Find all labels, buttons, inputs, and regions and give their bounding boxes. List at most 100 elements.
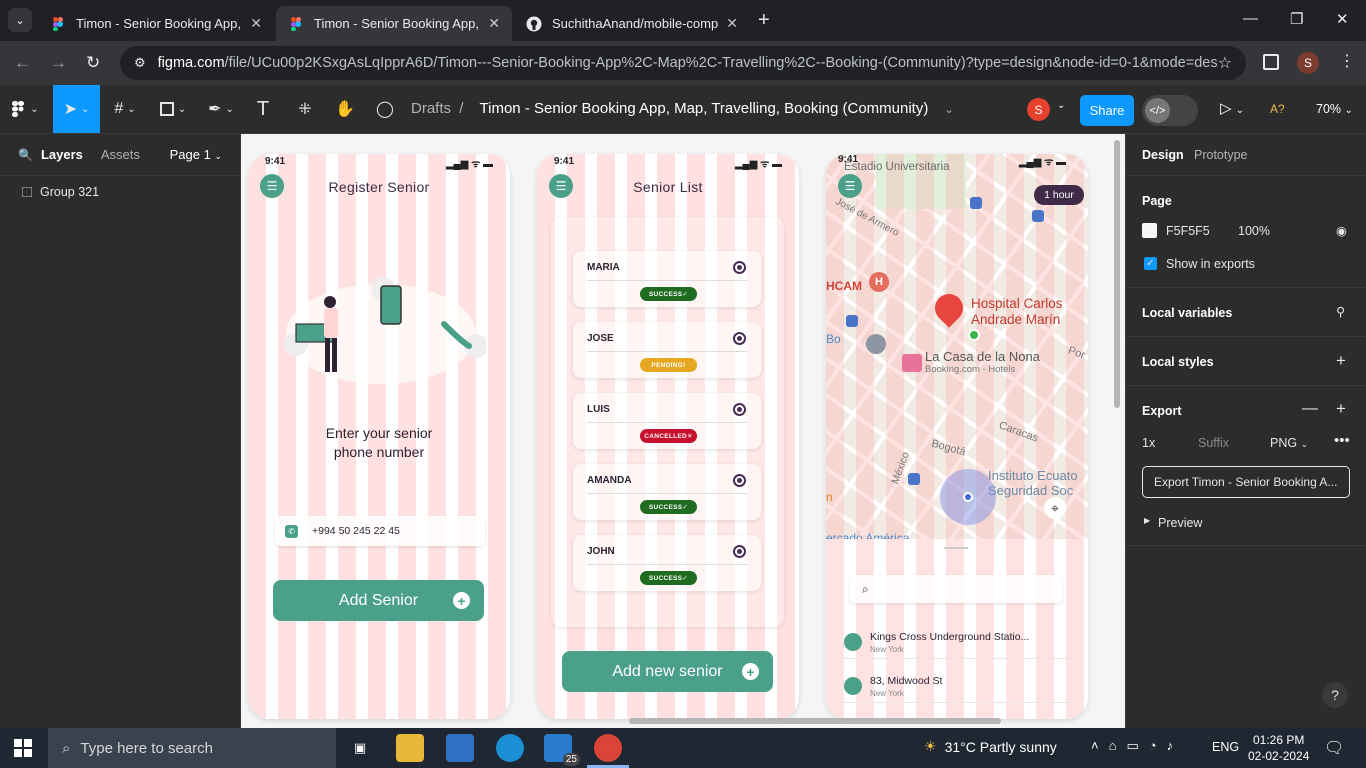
user-avatar[interactable]: S (1027, 98, 1050, 121)
main-menu-button[interactable]: ⌄ (0, 85, 50, 133)
forward-button[interactable]: → (50, 53, 67, 73)
back-button[interactable]: ← (14, 53, 31, 73)
hospital-pin-icon[interactable]: H (869, 272, 889, 292)
site-info-icon[interactable]: ⚙ (134, 55, 146, 71)
color-swatch[interactable] (1142, 223, 1157, 238)
add-style-icon[interactable]: + (1336, 351, 1346, 371)
tab-assets[interactable]: Assets (101, 147, 140, 162)
store-icon[interactable] (446, 734, 474, 762)
pen-tool[interactable]: ✒ ⌄ (200, 85, 242, 133)
senior-card[interactable]: JOHN SUCCESS ✓ (573, 535, 761, 591)
breadcrumb-drafts[interactable]: Drafts (411, 100, 451, 117)
weather-widget[interactable]: ☀ 31°C Partly sunny (924, 738, 1057, 755)
frame-tool[interactable]: # ⌄ (104, 85, 146, 133)
select-radio[interactable] (733, 474, 746, 487)
layer-item[interactable]: Group 321 (0, 176, 240, 208)
list-item[interactable]: 83, Midwood St New York (844, 673, 1072, 703)
select-radio[interactable] (733, 403, 746, 416)
clock[interactable]: 01:26 PM 02-02-2024 (1248, 732, 1309, 764)
window-close-button[interactable]: ✕ (1336, 10, 1349, 28)
tab-prototype[interactable]: Prototype (1194, 148, 1248, 162)
locate-me-icon[interactable]: ⌖ (1044, 497, 1066, 519)
text-tool[interactable]: T (248, 85, 278, 133)
page-selector[interactable]: Page 1 ⌄ (170, 147, 222, 162)
senior-list-frame[interactable]: 9:41 ▂▄▆ ᯤ ▬ ☰ Senior List MARIA SUCCESS ✓… (537, 154, 799, 719)
notifications-icon[interactable]: 🗨 (1324, 738, 1344, 758)
tab-layers[interactable]: Layers (41, 147, 83, 162)
comment-tool[interactable]: ◯ (370, 85, 400, 133)
design-canvas[interactable]: 9:41 ▂▄▆ ᯤ ▬ ☰ Register Senior Enter your… (241, 134, 1125, 728)
browser-menu-icon[interactable]: ⋮ (1339, 51, 1355, 71)
browser-tab-1[interactable]: Timon - Senior Booking App, M ✕ (38, 6, 274, 41)
close-icon[interactable]: ✕ (488, 15, 500, 32)
system-tray-icons[interactable]: ˄⌂▭◔♪ (1091, 738, 1183, 754)
tab-design[interactable]: Design (1142, 148, 1184, 162)
dev-mode-toggle[interactable]: </> (1142, 95, 1198, 126)
select-radio[interactable] (733, 261, 746, 274)
missing-fonts-badge[interactable]: A? (1270, 102, 1285, 116)
eye-icon[interactable]: ◉ (1336, 223, 1347, 238)
browser-tab-3[interactable]: SuchithaAnand/mobile-comput ✕ (514, 6, 750, 41)
windows-start-icon[interactable] (14, 739, 32, 757)
zoom-dropdown[interactable]: 70% ⌄ (1316, 102, 1353, 116)
help-icon[interactable]: ? (1322, 682, 1348, 708)
chevron-down-icon[interactable]: ⌄ (945, 104, 954, 116)
add-senior-button[interactable]: Add Senior + (273, 580, 484, 621)
search-input[interactable]: ⌕ (850, 575, 1062, 603)
university-pin-icon[interactable] (866, 334, 886, 354)
page-opacity-value[interactable]: 100% (1238, 224, 1270, 238)
taskbar-search[interactable]: ⌕ Type here to search (48, 728, 336, 768)
task-view-icon[interactable]: ▣ (346, 734, 374, 762)
preview-toggle[interactable]: Preview (1158, 516, 1202, 530)
file-explorer-icon[interactable] (396, 734, 424, 762)
edge-icon[interactable] (496, 734, 524, 762)
add-new-senior-button[interactable]: Add new senior + (562, 651, 773, 692)
mail-icon[interactable]: 25 (544, 734, 580, 766)
chrome-icon[interactable] (594, 734, 622, 762)
menu-icon[interactable]: ☰ (838, 174, 862, 198)
chevron-right-icon[interactable]: ▶ (1144, 516, 1150, 525)
resources-tool[interactable]: ⁜ (290, 85, 320, 133)
horizontal-scrollbar[interactable] (629, 718, 1001, 724)
side-panel-icon[interactable] (1263, 54, 1279, 70)
drag-handle[interactable] (944, 547, 968, 549)
remove-export-icon[interactable]: — (1302, 400, 1318, 418)
bookmark-star-icon[interactable]: ☆ (1218, 53, 1232, 73)
green-marker-icon[interactable] (968, 329, 980, 341)
hotel-pin-icon[interactable] (902, 354, 922, 372)
hand-tool[interactable]: ✋ (330, 85, 360, 133)
new-tab-button[interactable]: + (758, 9, 770, 32)
close-icon[interactable]: ✕ (726, 15, 738, 32)
move-tool[interactable]: ➤ ⌄ (53, 85, 100, 133)
variables-icon[interactable]: ⚲ (1336, 304, 1345, 319)
restore-button[interactable]: ❐ (1290, 10, 1303, 28)
senior-card[interactable]: AMANDA SUCCESS ✓ (573, 464, 761, 520)
file-name[interactable]: Timon - Senior Booking App, Map, Travell… (480, 100, 929, 117)
close-icon[interactable]: ✕ (250, 15, 262, 32)
local-styles-heading[interactable]: Local styles (1142, 355, 1214, 369)
language-indicator[interactable]: ENG (1212, 740, 1239, 754)
phone-input[interactable]: ✆ +994 50 245 22 45 (275, 516, 485, 546)
vertical-scrollbar[interactable] (1114, 140, 1120, 408)
shape-tool[interactable]: ⌄ (152, 85, 194, 133)
map-frame[interactable]: Estadio Universitaria José de Armero HCA… (826, 154, 1088, 719)
senior-card[interactable]: LUIS CANCELLED ✕ (573, 393, 761, 449)
local-variables-heading[interactable]: Local variables (1142, 306, 1232, 320)
browser-tab-2[interactable]: Timon - Senior Booking App, M ✕ (276, 6, 512, 41)
senior-card[interactable]: JOSE PENDING ! (573, 322, 761, 378)
export-suffix-input[interactable]: Suffix (1198, 436, 1229, 450)
address-bar[interactable]: ⚙ figma.com/file/UCu00p2KSxgAsLqIpprA6D/… (120, 46, 1246, 80)
export-format-select[interactable]: PNG ⌄ (1270, 436, 1308, 450)
chevron-down-icon[interactable]: ⌄ (1057, 100, 1065, 111)
senior-card[interactable]: MARIA SUCCESS ✓ (573, 251, 761, 307)
search-icon[interactable]: 🔍 (18, 148, 33, 162)
export-scale[interactable]: 1x (1142, 436, 1155, 450)
share-button[interactable]: Share (1080, 95, 1134, 126)
export-button[interactable]: Export Timon - Senior Booking A... (1142, 466, 1350, 498)
profile-avatar[interactable]: S (1297, 52, 1319, 74)
reload-button[interactable]: ↻ (86, 53, 100, 73)
map-view[interactable]: Estadio Universitaria José de Armero HCA… (826, 154, 1088, 545)
list-item[interactable]: Kings Cross Underground Statio... New Yo… (844, 629, 1072, 659)
show-in-exports-checkbox[interactable]: ✓ (1144, 257, 1157, 270)
url-text[interactable]: figma.com/file/UCu00p2KSxgAsLqIpprA6D/Ti… (158, 55, 1218, 71)
